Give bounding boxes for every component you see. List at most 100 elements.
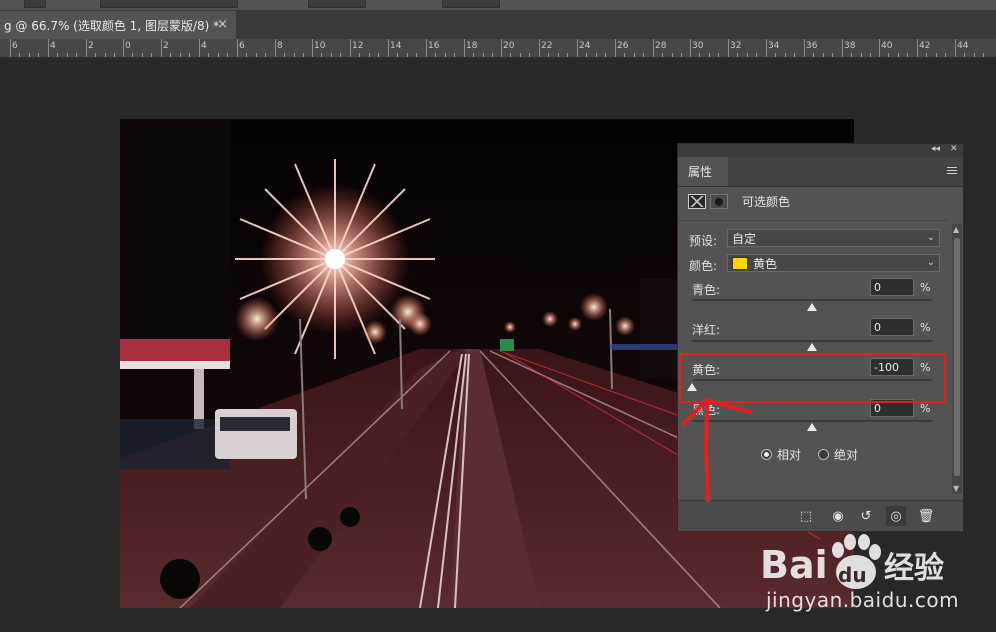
tab-properties[interactable]: 属性 (678, 157, 728, 186)
ruler-minor-tick (340, 53, 341, 57)
ruler-minor-tick (331, 53, 332, 57)
absolute-radio-dot (818, 449, 829, 460)
ruler-major-tick (917, 39, 918, 57)
preset-dropdown[interactable]: 自定 ⌄ (727, 229, 940, 247)
ruler-major-tick (199, 39, 200, 57)
ruler-major-tick (539, 39, 540, 57)
chevron-down-icon: ⌄ (926, 232, 935, 243)
colors-value: 黄色 (753, 256, 778, 271)
yellow-slider-track[interactable] (692, 379, 932, 381)
ruler-minor-tick (67, 53, 68, 57)
ruler-minor-tick (737, 53, 738, 57)
ruler-minor-tick (983, 53, 984, 57)
ruler-major-tick (350, 39, 351, 57)
ruler-minor-tick (105, 53, 106, 57)
ruler-minor-tick (303, 53, 304, 57)
magenta-slider-thumb[interactable] (807, 343, 817, 351)
tool-option-field[interactable] (308, 0, 366, 8)
ruler-minor-tick (29, 53, 30, 57)
black-value-field[interactable]: 0 (870, 399, 914, 417)
layer-mask-icon[interactable] (710, 194, 728, 209)
ruler-major-tick (653, 39, 654, 57)
ruler-major-tick (615, 39, 616, 57)
ruler-label: 12 (352, 41, 364, 51)
baidu-jingyan-logo: Bai du 经验 (760, 526, 960, 596)
ruler-label: 36 (806, 41, 818, 51)
yellow-value-field[interactable]: -100 (870, 358, 914, 376)
ruler-minor-tick (142, 53, 143, 57)
document-tab[interactable]: g @ 66.7% (选取颜色 1, 图层蒙版/8) * × (0, 11, 236, 39)
ruler-minor-tick (926, 53, 927, 57)
ruler-label: 40 (881, 41, 893, 51)
svg-text:Bai: Bai (760, 543, 828, 587)
ruler-label: 26 (617, 41, 629, 51)
tool-icon[interactable] (24, 0, 46, 8)
ruler-label: 38 (844, 41, 856, 51)
ruler-minor-tick (294, 53, 295, 57)
scrollbar-thumb[interactable] (954, 238, 960, 476)
ruler-minor-tick (681, 53, 682, 57)
ruler-major-tick (728, 39, 729, 57)
ruler-major-tick (464, 39, 465, 57)
clip-to-layer-icon[interactable]: ⬚ (796, 506, 816, 526)
ruler-label: 6 (239, 41, 245, 51)
ruler-minor-tick (435, 53, 436, 57)
ruler-minor-tick (151, 53, 152, 57)
ruler-label: 32 (730, 41, 742, 51)
adjustment-header: 可选颜色 (688, 193, 790, 210)
ruler-minor-tick (832, 53, 833, 57)
ruler-minor-tick (256, 53, 257, 57)
ruler-label: 4 (50, 41, 56, 51)
scroll-up-icon[interactable]: ▲ (953, 225, 959, 234)
ruler-major-tick (501, 39, 502, 57)
ruler-label: 34 (768, 41, 780, 51)
cyan-value-field[interactable]: 0 (870, 278, 914, 296)
colors-dropdown[interactable]: 黄色 ⌄ (727, 254, 940, 272)
ruler-minor-tick (861, 53, 862, 57)
ruler-major-tick (690, 39, 691, 57)
ruler-minor-tick (227, 53, 228, 57)
ruler-minor-tick (369, 53, 370, 57)
magenta-unit: % (920, 321, 931, 334)
scroll-down-icon[interactable]: ▼ (953, 484, 959, 493)
close-icon[interactable]: × (217, 17, 228, 32)
ruler-major-tick (388, 39, 389, 57)
ruler-minor-tick (596, 53, 597, 57)
ruler-label: 44 (957, 41, 969, 51)
reset-icon[interactable]: ↺ (856, 506, 876, 526)
ruler-major-tick (86, 39, 87, 57)
cyan-slider-track[interactable] (692, 299, 932, 301)
ruler-minor-tick (699, 53, 700, 57)
magenta-value-field[interactable]: 0 (870, 318, 914, 336)
absolute-radio[interactable]: 绝对 (818, 446, 858, 463)
panel-scrollbar[interactable]: ▲ ▼ (952, 224, 962, 494)
magenta-slider-track[interactable] (692, 340, 932, 342)
trash-icon[interactable]: 🗑 (916, 506, 936, 526)
ruler-minor-tick (643, 53, 644, 57)
view-previous-state-icon[interactable]: ◉ (828, 506, 848, 526)
ruler-minor-tick (529, 53, 530, 57)
black-slider-thumb[interactable] (807, 423, 817, 431)
ruler-minor-tick (775, 53, 776, 57)
panel-titlebar: ◂◂ ✕ (678, 144, 963, 157)
ruler-minor-tick (851, 53, 852, 57)
tool-option-field[interactable] (442, 0, 500, 8)
ruler-minor-tick (95, 53, 96, 57)
yellow-unit: % (920, 361, 931, 374)
panel-menu-icon[interactable] (947, 167, 957, 176)
collapse-icon[interactable]: ◂◂ (931, 144, 940, 154)
ruler-minor-tick (397, 53, 398, 57)
cyan-slider-thumb[interactable] (807, 303, 817, 311)
ruler-major-tick (842, 39, 843, 57)
adjustment-layer-icon[interactable] (688, 194, 706, 209)
ruler-label: 4 (201, 41, 207, 51)
options-bar (0, 0, 996, 11)
visibility-eye-icon[interactable]: ◎ (886, 506, 906, 526)
document-tab-bar: g @ 66.7% (选取颜色 1, 图层蒙版/8) * × (0, 11, 996, 39)
tool-option-field[interactable] (100, 0, 238, 8)
ruler-minor-tick (662, 53, 663, 57)
relative-radio[interactable]: 相对 (761, 446, 801, 463)
close-icon[interactable]: ✕ (950, 144, 958, 154)
ruler-minor-tick (936, 53, 937, 57)
ruler-major-tick (275, 39, 276, 57)
